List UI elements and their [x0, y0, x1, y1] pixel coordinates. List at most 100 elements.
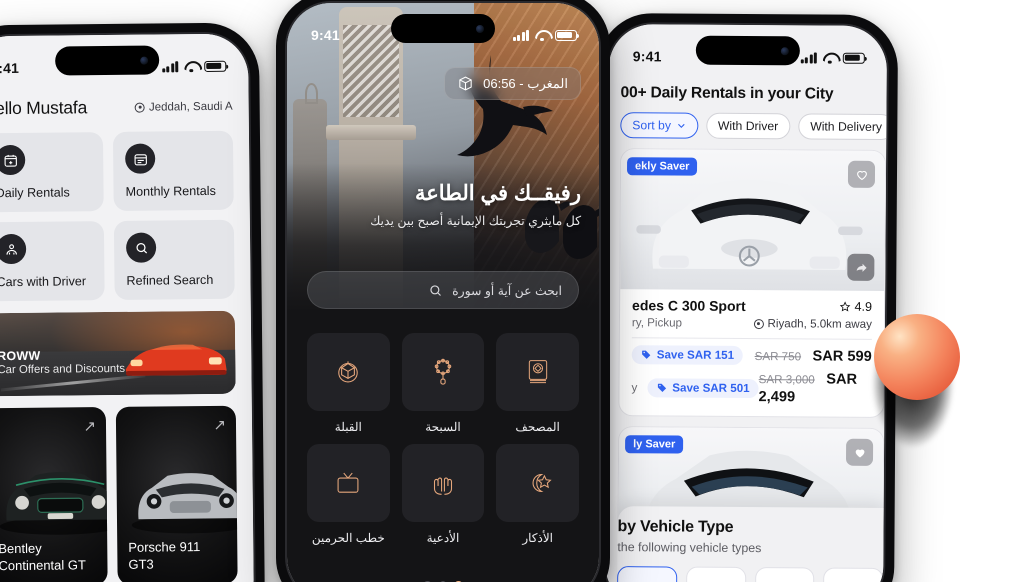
status-time: 9:41 — [311, 27, 340, 43]
feature-mushaf[interactable]: المصحف — [496, 333, 579, 434]
rental-car-photo: ekly Saver — [620, 149, 886, 291]
battery-icon — [842, 52, 865, 64]
rental-listing-info: edes C 300 Sport 4.9 ry, Pickup Riyadh, … — [619, 289, 884, 417]
phone-left-screen: 9:41 Hello Mustafa Jeddah, Saudi A Daily… — [0, 33, 255, 582]
period-unit: y — [631, 380, 638, 394]
hero-subheadline: كل مايثري تجربتك الإيمانية أصبح بين يديك — [370, 214, 581, 228]
phone-right-bezel: 9:41 00+ Daily Rentals in your City Sort… — [602, 22, 890, 582]
featured-car-card[interactable]: ↗ Porsche 911 GT3 — [115, 405, 238, 582]
divider — [631, 337, 872, 340]
share-button[interactable] — [847, 253, 875, 281]
current-price: SAR 599 — [812, 347, 872, 365]
front-camera-icon — [140, 56, 149, 65]
location-pin-icon — [134, 102, 145, 113]
vehicle-type-luxury[interactable]: Luxury — [685, 566, 746, 582]
feature-qibla[interactable]: القبلة — [307, 333, 390, 434]
car-name-line1: Porsche 911 — [128, 539, 201, 555]
crescent-star-icon — [496, 444, 579, 522]
vehicle-type-hybrid[interactable]: Hybrid — [823, 567, 884, 582]
feature-tasbih[interactable]: السبحة — [401, 333, 485, 434]
old-price: SAR 750 — [754, 349, 802, 363]
prayer-time-label: المغرب - 06:56 — [483, 75, 568, 91]
filter-chip-sort-by[interactable]: Sort by — [620, 112, 699, 139]
vehicle-type-suv[interactable]: SUV — [754, 567, 815, 582]
offer-badge: ly Saver — [625, 435, 684, 454]
filter-chip-label: Sort by — [632, 118, 672, 133]
dynamic-island-right — [695, 35, 800, 66]
quick-actions-grid: Daily Rentals Monthly Rentals Cars with … — [0, 130, 235, 302]
savings-badge: Save SAR 151 — [631, 345, 744, 365]
feature-label: الأدعية — [426, 531, 460, 545]
rental-listing-card[interactable]: ekly Saver edes C 300 Sport 4.9 ry, Pick… — [618, 148, 887, 418]
star-icon — [840, 301, 851, 312]
search-icon — [430, 284, 442, 296]
home-content-left: Hello Mustafa Jeddah, Saudi A Daily Rent… — [0, 84, 254, 582]
feature-label: القبلة — [334, 420, 362, 434]
hero-heading-block: رفيقــك في الطاعة كل مايثري تجربتك الإيم… — [370, 181, 581, 228]
wifi-icon — [535, 30, 549, 41]
prayer-time-pill[interactable]: المغرب - 06:56 — [444, 67, 581, 100]
filter-chip-with-driver[interactable]: With Driver — [705, 112, 791, 140]
search-placeholder: ابحث عن آية أو سورة — [452, 283, 562, 298]
favorite-button[interactable] — [847, 160, 876, 188]
open-arrow-icon[interactable]: ↗ — [83, 417, 96, 435]
phone-center: 9:41 المغرب - 06:56 رفيقــك في الطاعة كل… — [276, 0, 610, 582]
feature-khutab[interactable]: خطب الحرمين — [307, 444, 390, 545]
location-selector[interactable]: Jeddah, Saudi A — [134, 100, 233, 113]
featured-car-name: Bentley Continental GT — [0, 540, 86, 574]
vehicle-type-sedan[interactable]: lan — [616, 566, 678, 582]
quick-action-label: Refined Search — [126, 272, 214, 288]
feature-label: السبحة — [425, 420, 461, 434]
feature-adhkar[interactable]: الأذكار — [496, 444, 579, 545]
quick-action-cars-with-driver[interactable]: Cars with Driver — [0, 221, 105, 302]
tag-icon — [642, 350, 651, 359]
savings-label: Save SAR 501 — [672, 380, 750, 395]
calendar-plus-icon — [0, 144, 26, 176]
status-indicators — [800, 51, 865, 64]
quick-action-refined-search[interactable]: Refined Search — [113, 219, 235, 300]
greeting-text: Hello Mustafa — [0, 97, 88, 119]
featured-cars-row: ↗ Bentley Continental GT ↗ Porsche 911 G… — [0, 405, 238, 582]
phone-left-bezel: 9:41 Hello Mustafa Jeddah, Saudi A Daily… — [0, 31, 257, 582]
phone-right-screen: 9:41 00+ Daily Rentals in your City Sort… — [604, 24, 888, 582]
quick-action-monthly-rentals[interactable]: Monthly Rentals — [112, 130, 234, 211]
quick-action-daily-rentals[interactable]: Daily Rentals — [0, 132, 104, 213]
sheet-title: by Vehicle Type — [617, 518, 734, 536]
feature-label: الأذكار — [522, 531, 553, 545]
filter-chip-with-delivery[interactable]: With Delivery — [798, 113, 888, 141]
praying-hands-icon — [401, 444, 485, 522]
car-name-line2: GT3 — [128, 556, 154, 572]
sheet-subtitle: the following vehicle types — [617, 540, 762, 556]
vehicle-type-sheet: by Vehicle Type the following vehicle ty… — [616, 506, 884, 582]
wifi-icon — [184, 61, 198, 72]
price-row-daily: Save SAR 151 SAR 750 SAR 599 — [631, 345, 872, 366]
porsche-car-image — [131, 473, 238, 534]
battery-icon — [555, 29, 580, 41]
promo-banner[interactable]: ROWW Car Offers and Discounts — [0, 310, 236, 397]
banner-title: ROWW — [0, 348, 41, 364]
feature-adiya[interactable]: الأدعية — [401, 444, 485, 545]
battery-icon — [204, 60, 227, 72]
mercedes-car-photo — [636, 179, 863, 270]
savings-with-unit: y Save SAR 501 — [631, 377, 759, 398]
vehicle-type-grid-row1: lan Luxury — [616, 566, 884, 582]
phone-right: 9:41 00+ Daily Rentals in your City Sort… — [593, 12, 899, 582]
driver-icon — [0, 233, 27, 265]
cellular-signal-icon — [800, 51, 817, 63]
featured-car-card[interactable]: ↗ Bentley Continental GT — [0, 407, 108, 582]
feature-label: خطب الحرمين — [311, 531, 385, 545]
search-input[interactable]: ابحث عن آية أو سورة — [307, 271, 579, 309]
banner-text: ROWW Car Offers and Discounts — [0, 348, 125, 376]
car-name-line1: Bentley — [0, 540, 42, 557]
decorative-sphere — [874, 314, 960, 400]
filter-chips: Sort by With Driver With Delivery % Offe… — [608, 102, 888, 150]
location-pin-icon — [753, 318, 764, 329]
open-arrow-icon[interactable]: ↗ — [213, 416, 226, 434]
banner-subtitle: Car Offers and Discounts — [0, 362, 126, 377]
quran-book-icon — [496, 333, 579, 411]
front-camera-icon — [476, 24, 484, 33]
search-icon — [125, 232, 157, 263]
greeting-row: Hello Mustafa Jeddah, Saudi A — [0, 90, 233, 134]
listing-location-label: Riyadh, 5.0km away — [767, 317, 872, 331]
tv-icon — [307, 444, 390, 522]
